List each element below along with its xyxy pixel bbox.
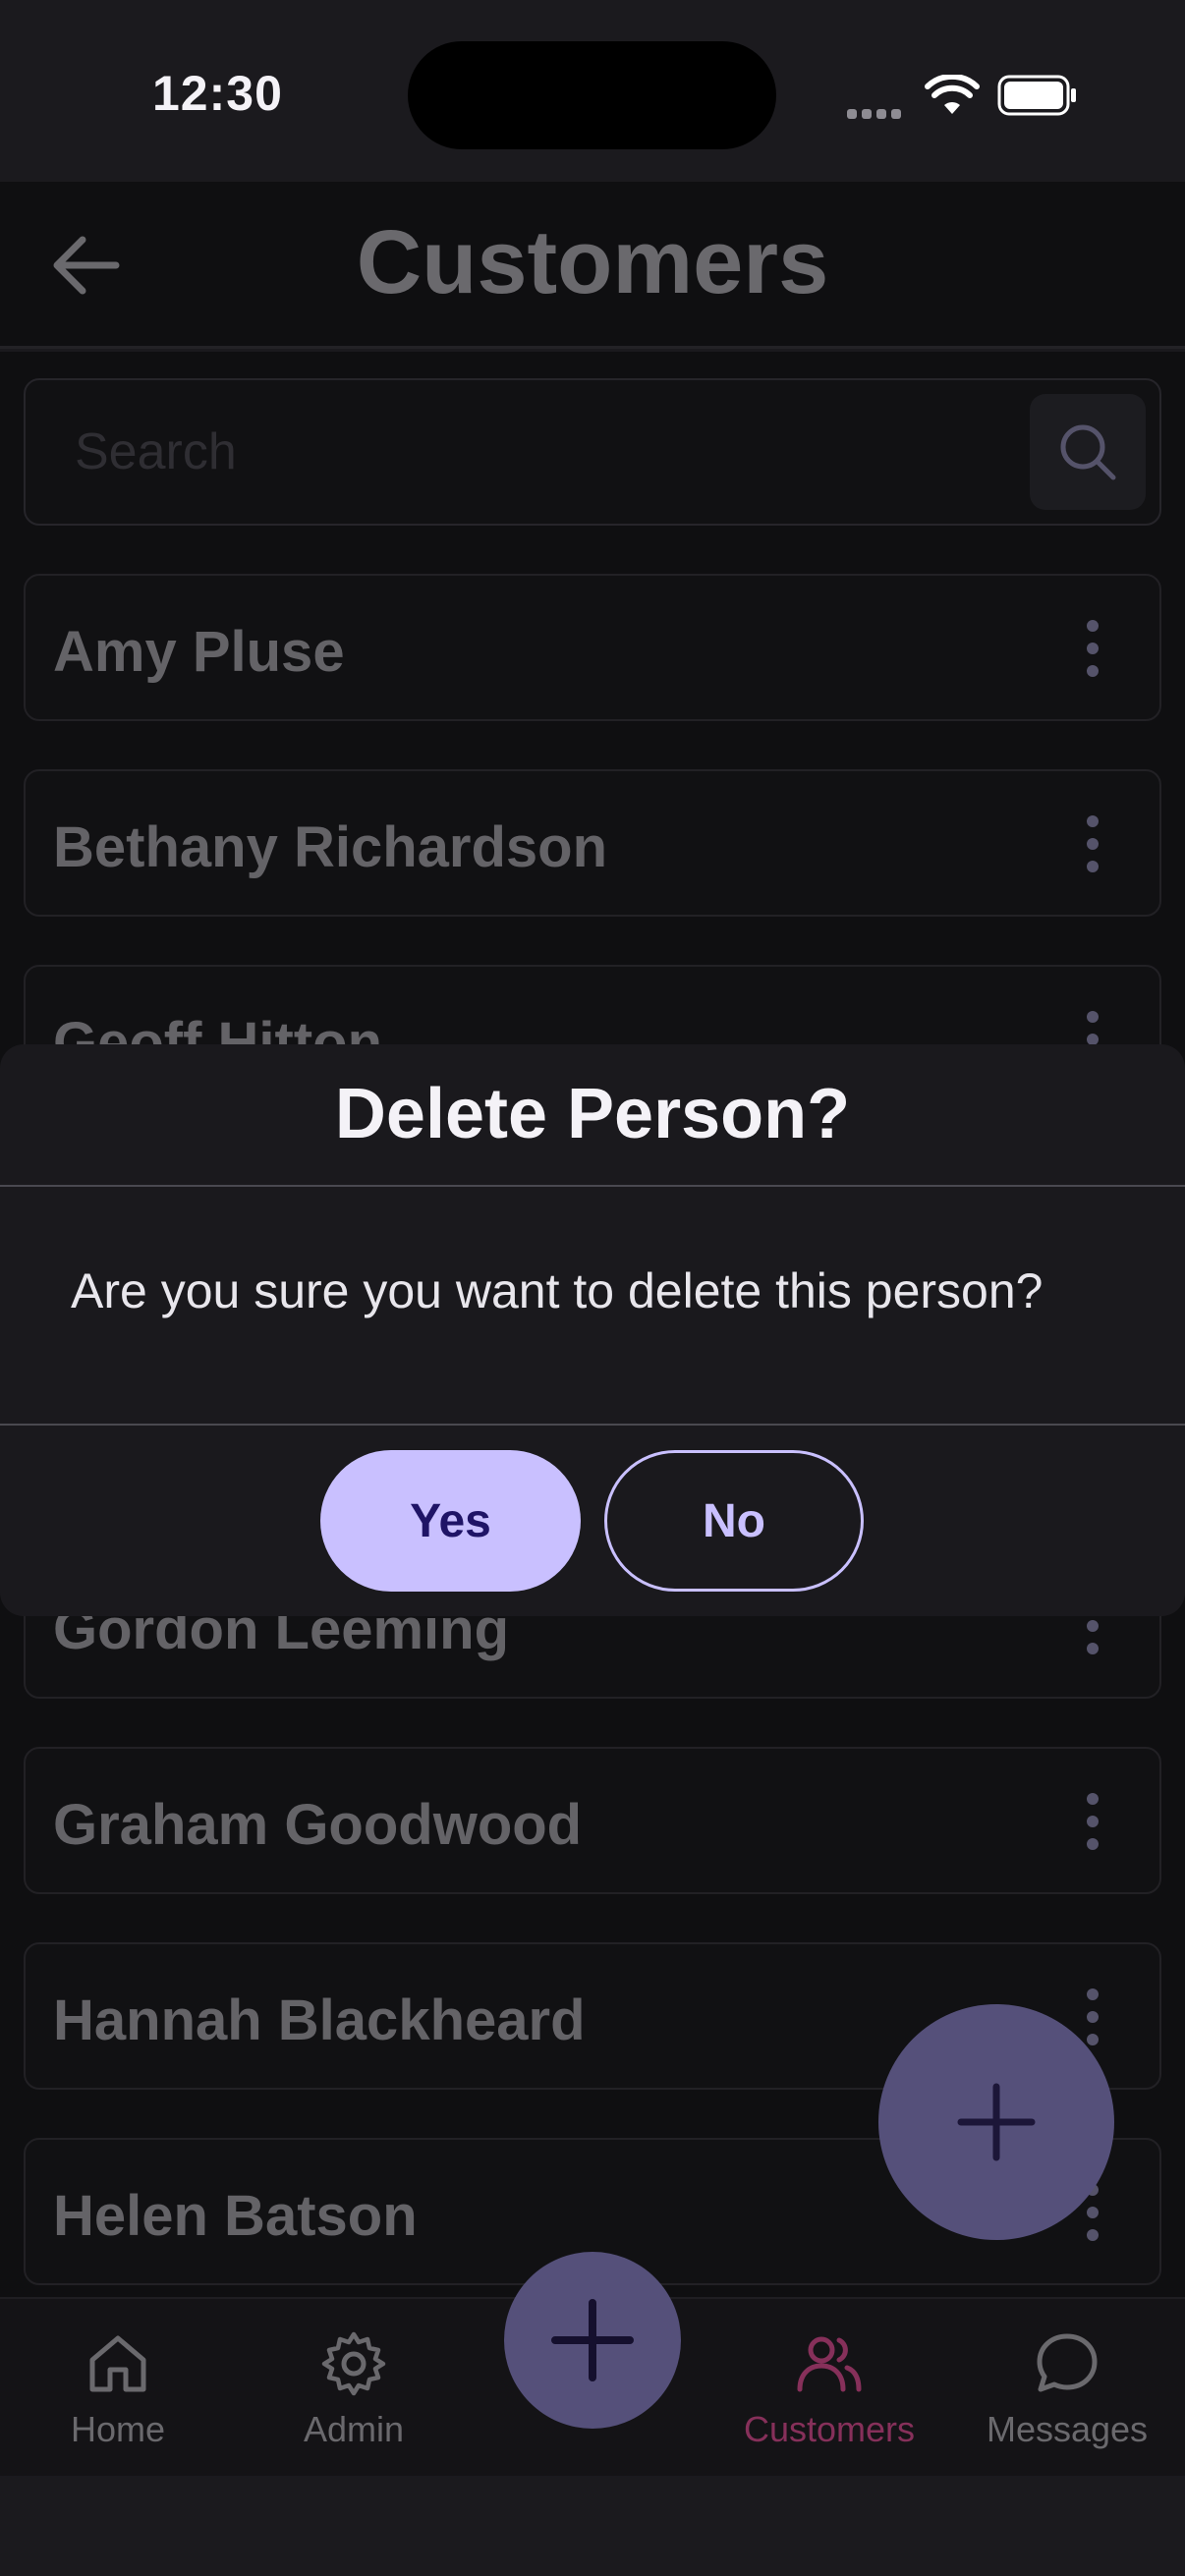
person-name: Amy Pluse bbox=[53, 620, 345, 684]
nav-label: Home bbox=[70, 2409, 166, 2449]
home-indicator-area bbox=[0, 2476, 1185, 2576]
nav-label: Admin bbox=[303, 2409, 405, 2449]
nav-item-admin[interactable]: Admin bbox=[246, 2328, 462, 2466]
nav-item-customers[interactable]: Customers bbox=[721, 2328, 937, 2466]
status-time: 12:30 bbox=[152, 66, 283, 121]
dialog-divider bbox=[0, 1424, 1185, 1426]
more-vertical-icon[interactable] bbox=[1087, 620, 1100, 679]
wifi-icon bbox=[925, 75, 980, 114]
page-title: Customers bbox=[356, 212, 829, 312]
center-add-button[interactable] bbox=[504, 2252, 681, 2429]
more-vertical-icon[interactable] bbox=[1087, 1988, 1100, 2047]
cellular-signal-icon bbox=[847, 106, 908, 119]
person-name: Hannah Blackheard bbox=[53, 1988, 586, 2052]
delete-person-dialog: Delete Person? Are you sure you want to … bbox=[0, 1044, 1185, 1616]
person-name: Helen Batson bbox=[53, 2184, 418, 2248]
dynamic-island bbox=[408, 41, 776, 149]
home-icon bbox=[89, 2335, 146, 2392]
gear-icon bbox=[321, 2331, 386, 2396]
person-name: Graham Goodwood bbox=[53, 1793, 583, 1857]
status-bar: 12:30 bbox=[0, 0, 1185, 182]
chat-icon bbox=[1037, 2333, 1098, 2392]
users-icon bbox=[797, 2336, 862, 2392]
plus-icon bbox=[551, 2299, 634, 2381]
person-row[interactable]: Bethany Richardson bbox=[24, 769, 1161, 917]
person-row[interactable]: Amy Pluse bbox=[24, 574, 1161, 721]
dialog-title: Delete Person? bbox=[334, 1075, 851, 1153]
nav-item-home[interactable]: Home bbox=[10, 2328, 226, 2466]
person-row[interactable]: Graham Goodwood bbox=[24, 1747, 1161, 1894]
search-button[interactable] bbox=[1030, 394, 1146, 510]
dialog-message: Are you sure you want to delete this per… bbox=[71, 1263, 1044, 1318]
yes-button[interactable]: Yes bbox=[320, 1450, 581, 1592]
nav-label: Customers bbox=[743, 2409, 916, 2449]
battery-icon bbox=[997, 75, 1076, 116]
plus-icon bbox=[957, 2083, 1036, 2161]
dialog-divider bbox=[0, 1185, 1185, 1187]
nav-label: Messages bbox=[986, 2409, 1149, 2449]
add-customer-button[interactable] bbox=[878, 2004, 1114, 2240]
nav-item-messages[interactable]: Messages bbox=[959, 2328, 1175, 2466]
person-name: Bethany Richardson bbox=[53, 815, 607, 879]
app-header: Customers bbox=[0, 182, 1185, 349]
search-icon bbox=[1060, 424, 1116, 480]
no-button[interactable]: No bbox=[604, 1450, 864, 1592]
more-vertical-icon[interactable] bbox=[1087, 1793, 1100, 1852]
more-vertical-icon[interactable] bbox=[1087, 815, 1100, 874]
search-input[interactable] bbox=[75, 418, 959, 486]
search-bar bbox=[24, 378, 1161, 526]
